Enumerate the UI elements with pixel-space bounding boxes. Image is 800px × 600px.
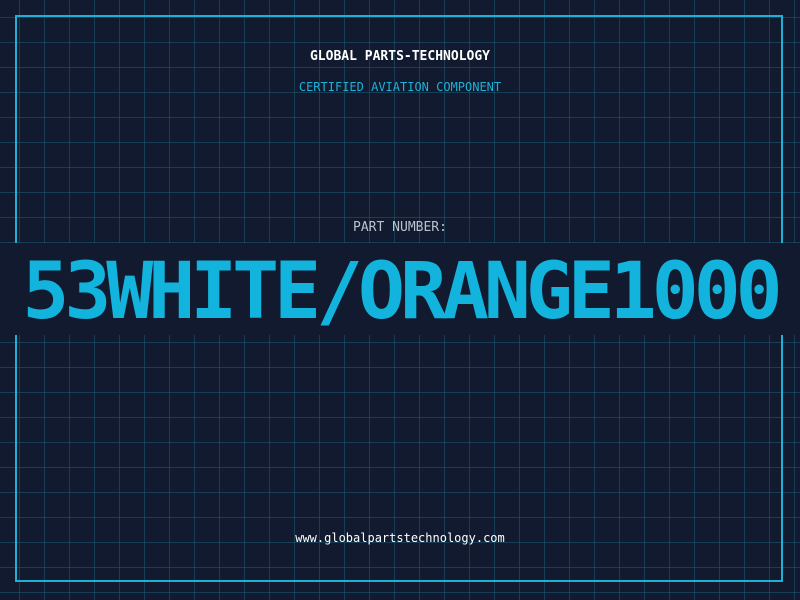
company-name: GLOBAL PARTS-TECHNOLOGY [309, 49, 490, 64]
certificate-card: GLOBAL PARTS-TECHNOLOGY CERTIFIED AVIATI… [0, 0, 800, 600]
part-number-value-container: 53WHITE/ORANGE1000 [0, 252, 800, 332]
website-link[interactable]: www.globalpartstechnology.com [0, 531, 800, 545]
part-number-label: PART NUMBER: [353, 220, 447, 235]
certification-subtitle: CERTIFIED AVIATION COMPONENT [298, 80, 502, 94]
part-number-value: 53WHITE/ORANGE1000 [22, 247, 782, 337]
